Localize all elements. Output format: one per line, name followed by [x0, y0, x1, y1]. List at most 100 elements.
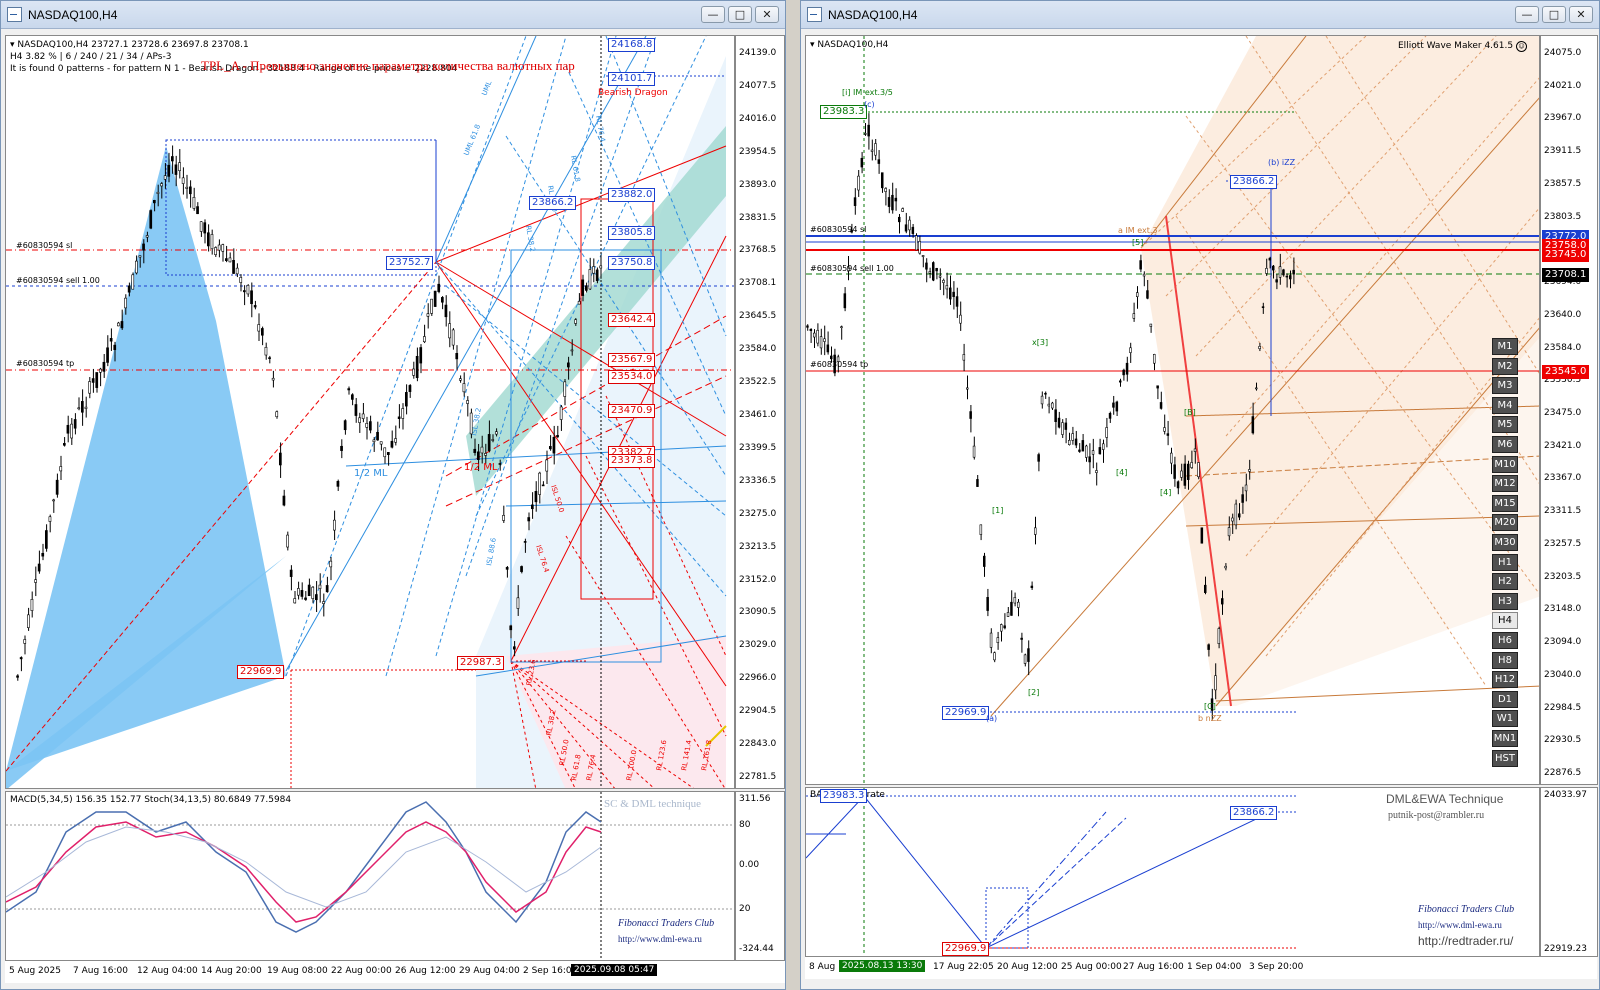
timeframe-button-h12[interactable]: H12	[1492, 671, 1518, 689]
price-tag[interactable]: 23567.9	[608, 353, 656, 367]
dropdown-icon[interactable]: ▾	[10, 40, 15, 50]
right-tick-label: 23421.0	[1544, 440, 1582, 451]
timeframe-button-h8[interactable]: H8	[1492, 651, 1518, 669]
club-url[interactable]: http://www.dml-ewa.ru	[1418, 920, 1502, 930]
right-main-chart[interactable]: ▾ NASDAQ100,H4 Elliott Wave Maker 4.61.5…	[805, 35, 1540, 785]
timeframe-button-h2[interactable]: H2	[1492, 573, 1518, 591]
price-tag[interactable]: 23866.2	[529, 196, 577, 210]
axis-tag-tp: 23545.0	[1542, 365, 1590, 379]
pattern-name-label: Bearish Dragon	[598, 88, 668, 98]
price-tag[interactable]: 23882.0	[608, 188, 656, 202]
right-chart-window[interactable]: NASDAQ100,H4 — □ ✕ ▾ NASDAQ100,H4 Elliot…	[800, 0, 1600, 990]
order-line-sl[interactable]: #60830594 sl	[810, 225, 866, 234]
left-tick-label: 23708.1	[739, 278, 777, 289]
left-tick-label: 23090.5	[739, 607, 777, 618]
timeframe-button-m1[interactable]: M1	[1492, 338, 1518, 355]
order-line-sl[interactable]: #60830594 sl	[16, 241, 72, 250]
price-tag[interactable]: 24168.8	[608, 38, 656, 52]
left-title-bar[interactable]: NASDAQ100,H4 — □ ✕	[1, 1, 785, 29]
timeframe-button-m20[interactable]: M20	[1492, 514, 1518, 532]
sub-price-tag[interactable]: 22969.9	[942, 942, 990, 956]
minimize-button[interactable]: —	[701, 6, 725, 23]
wave-label: a IM ext.3	[1118, 226, 1158, 235]
sub-price-tag[interactable]: 23983.3	[820, 789, 868, 803]
current-price-tag: 23708.1	[1542, 268, 1590, 282]
right-tick-label: 23857.5	[1544, 178, 1582, 189]
minimize-button[interactable]: —	[1515, 6, 1539, 23]
dropdown-icon[interactable]: ▾	[810, 40, 815, 50]
order-line-tp[interactable]: #60830594 tp	[16, 359, 74, 368]
wave-price-tag[interactable]: 22969.9	[942, 706, 990, 720]
left-tick-label: 23645.5	[739, 311, 777, 322]
timeframe-button-m3[interactable]: M3	[1492, 377, 1518, 395]
timeframe-button-m15[interactable]: M15	[1492, 494, 1518, 512]
order-line-sell[interactable]: #60830594 sell 1.00	[810, 264, 894, 273]
order-line-sell[interactable]: #60830594 sell 1.00	[16, 276, 100, 285]
close-button[interactable]: ✕	[1569, 6, 1593, 23]
timeframe-button-m30[interactable]: M30	[1492, 534, 1518, 551]
left-chart-window[interactable]: NASDAQ100,H4 — □ ✕ UML UML 61.8 ISL 38.2…	[0, 0, 786, 990]
left-tick-label: 22781.5	[739, 772, 777, 782]
left-tick-label: 22904.5	[739, 706, 777, 717]
ewm-label: Elliott Wave Maker 4.61.5 ☺	[1398, 40, 1527, 52]
redtrader-url[interactable]: http://redtrader.ru/	[1418, 934, 1513, 948]
timeframe-button-m6[interactable]: M6	[1492, 436, 1518, 453]
timeframe-button-m4[interactable]: M4	[1492, 396, 1518, 414]
timeframe-button-mn1[interactable]: MN1	[1492, 730, 1518, 747]
wave-label: [2]	[1028, 688, 1040, 697]
right-title-bar[interactable]: NASDAQ100,H4 — □ ✕	[801, 1, 1599, 29]
timeframe-button-m5[interactable]: M5	[1492, 416, 1518, 434]
price-tag[interactable]: 23752.7	[386, 256, 434, 270]
wave-label: [1]	[992, 506, 1004, 515]
wave-price-tag[interactable]: 23866.2	[1230, 175, 1278, 189]
right-price-axis[interactable]: 24075.0 24021.0 23967.0 23911.5 23857.5 23803…	[1540, 35, 1598, 785]
wave-price-tag[interactable]: 23983.3	[820, 105, 868, 119]
price-tag[interactable]: 23805.8	[608, 226, 656, 240]
price-tag[interactable]: 22969.9	[237, 665, 285, 679]
timeframe-button-m10[interactable]: M10	[1492, 455, 1518, 473]
right-time-axis[interactable]: 8 Aug 2025.08.13 13:30 17 Aug 22:05 20 A…	[805, 957, 1597, 979]
order-line-tp[interactable]: #60830594 tp	[810, 360, 868, 369]
right-window-title: NASDAQ100,H4	[828, 7, 918, 22]
left-tick-label: 22966.0	[739, 673, 777, 684]
price-tag[interactable]: 23750.8	[608, 256, 656, 270]
timeframe-button-h4[interactable]: H4	[1492, 612, 1518, 630]
timeframe-button-hst[interactable]: HST	[1492, 749, 1518, 767]
maximize-button[interactable]: □	[1542, 6, 1566, 23]
close-button[interactable]: ✕	[755, 6, 779, 23]
timeframe-button-w1[interactable]: W1	[1492, 710, 1518, 728]
timeframe-button-m12[interactable]: M12	[1492, 475, 1518, 493]
left-time-axis[interactable]: 5 Aug 2025 7 Aug 16:00 12 Aug 04:00 14 A…	[5, 961, 785, 983]
price-tag[interactable]: 23470.9	[608, 404, 656, 418]
wave-label: [B]	[1184, 408, 1196, 417]
timeframe-button-h1[interactable]: H1	[1492, 553, 1518, 571]
smiley-icon[interactable]: ☺	[1515, 41, 1527, 52]
timeframe-button-d1[interactable]: D1	[1492, 690, 1518, 708]
timeframe-button-h3[interactable]: H3	[1492, 592, 1518, 610]
left-price-axis[interactable]: 24139.0 24077.5 24016.0 23954.5 23893.0 23831…	[735, 35, 785, 789]
sub-price-tag[interactable]: 23866.2	[1230, 806, 1278, 820]
wave-label: b nZZ	[1198, 714, 1222, 723]
price-tag[interactable]: 23534.0	[608, 370, 656, 384]
right-sub-axis: 24033.97 22919.23	[1540, 787, 1598, 957]
left-tick-label: 23831.5	[739, 212, 777, 223]
price-tag[interactable]: 22987.3	[457, 656, 505, 670]
minimize-icon: —	[707, 8, 719, 21]
timeframe-button-h6[interactable]: H6	[1492, 632, 1518, 649]
right-sub-panel[interactable]: BA ... 3 separate 23983.3 23866.2 22969.…	[805, 787, 1540, 957]
club-url[interactable]: http://www.dml-ewa.ru	[618, 934, 702, 944]
price-tag[interactable]: 23373.8	[608, 454, 656, 468]
left-tick-label: 24139.0	[739, 48, 777, 58]
svg-text:UML 61.8: UML 61.8	[462, 123, 482, 156]
maximize-button[interactable]: □	[728, 6, 752, 23]
left-tick-label: 24077.5	[739, 80, 777, 91]
left-macd-panel[interactable]: MACD(5,34,5) 156.35 152.77 Stoch(34,13,5…	[5, 791, 735, 961]
left-tick-label: 23954.5	[739, 146, 777, 157]
timeframe-button-m2[interactable]: M2	[1492, 357, 1518, 375]
macd-header: MACD(5,34,5) 156.35 152.77 Stoch(34,13,5…	[10, 795, 292, 805]
email-label: putnik-post@rambler.ru	[1388, 810, 1485, 821]
price-tag[interactable]: 23642.4	[608, 313, 656, 327]
left-main-chart[interactable]: UML UML 61.8 ISL 38.2 ISL 88.6 RL 38.2 R…	[5, 35, 735, 789]
left-tick-label: 23336.5	[739, 475, 777, 486]
price-tag[interactable]: 24101.7	[608, 72, 656, 86]
